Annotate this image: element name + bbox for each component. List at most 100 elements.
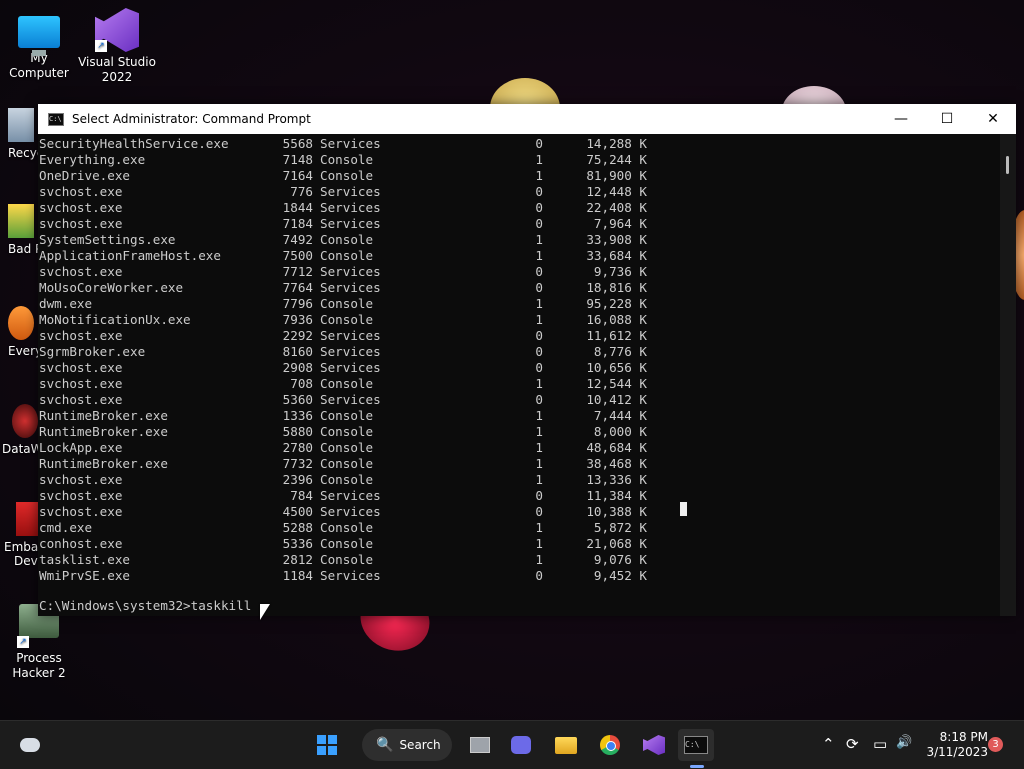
mouse-pointer-icon xyxy=(260,604,270,620)
session-name: Console xyxy=(320,296,374,311)
session-name: Services xyxy=(320,392,381,407)
console-output[interactable]: WmiPrvSE.exe 1184 Services 0 9,452 K tasklist… xyxy=(38,134,1000,616)
chrome-button[interactable] xyxy=(592,729,628,761)
clock-time: 8:18 PM xyxy=(939,730,988,744)
taskbar-search-button[interactable]: 🔍 Search xyxy=(362,729,452,761)
desktop-icon-everything[interactable]: Every xyxy=(8,306,42,358)
process-pid: 5288 xyxy=(282,520,313,535)
process-pid: 4500 xyxy=(282,504,313,519)
session-name: Console xyxy=(320,456,374,471)
session-name: Services xyxy=(320,200,381,215)
process-name: SecurityHealthService.exe xyxy=(39,136,229,151)
command-prompt-taskbar-button[interactable]: C:\ xyxy=(678,729,714,761)
show-hidden-icons-chevron-icon[interactable]: ⌃ xyxy=(822,735,835,753)
desktop-icon-label-line2: 2022 xyxy=(101,70,133,84)
process-name: WmiPrvSE.exe xyxy=(39,568,130,583)
process-pid: 7148 xyxy=(282,152,313,167)
process-pid: 5568 xyxy=(282,136,313,151)
process-name: RuntimeBroker.exe xyxy=(39,408,168,423)
close-button[interactable]: ✕ xyxy=(970,104,1016,134)
process-pid: 7732 xyxy=(282,456,313,471)
process-name: svchost.exe xyxy=(39,504,123,519)
monitor-icon xyxy=(18,16,60,56)
process-pid: 776 xyxy=(290,184,313,199)
window-titlebar[interactable]: C:\ Select Administrator: Command Prompt… xyxy=(38,104,1016,134)
widgets-button[interactable] xyxy=(12,729,48,761)
session-name: Console xyxy=(320,536,374,551)
memory-usage: 8,776 K xyxy=(593,344,647,359)
session-number: 0 xyxy=(535,392,543,407)
session-number: 0 xyxy=(535,488,543,503)
desktop-icon-label: Visual Studio xyxy=(78,55,156,69)
minimize-button[interactable]: — xyxy=(878,104,924,134)
desktop-icon-my-computer[interactable]: My Computer xyxy=(0,10,78,81)
sync-status-icon[interactable]: ⟳ xyxy=(846,735,859,753)
desktop-icon-label: Every xyxy=(8,344,43,358)
session-number: 0 xyxy=(535,328,543,343)
session-name: Console xyxy=(320,232,374,247)
session-number: 1 xyxy=(535,520,543,535)
visual-studio-taskbar-button[interactable] xyxy=(636,729,672,761)
process-pid: 7936 xyxy=(282,312,313,327)
command-prompt-line[interactable]: C:\Windows\system32>taskkill xyxy=(39,598,251,614)
windows-logo-icon xyxy=(317,735,337,755)
process-pid: 1184 xyxy=(282,568,313,583)
session-number: 1 xyxy=(535,248,543,263)
memory-usage: 16,088 K xyxy=(586,312,647,327)
taskbar-clock[interactable]: 8:18 PM 3/11/2023 xyxy=(922,730,988,760)
session-number: 1 xyxy=(535,152,543,167)
desktop-icon-datawarrior[interactable]: DataW xyxy=(2,404,43,456)
process-name: svchost.exe xyxy=(39,184,123,199)
session-name: Console xyxy=(320,312,374,327)
command-prompt-icon: C:\ xyxy=(684,736,708,754)
memory-usage: 33,908 K xyxy=(586,232,647,247)
volume-icon[interactable]: 🔊 xyxy=(896,735,912,750)
search-icon: 🔍 xyxy=(376,737,394,753)
process-name: conhost.exe xyxy=(39,536,123,551)
vertical-scrollbar[interactable] xyxy=(1000,134,1016,616)
process-name: svchost.exe xyxy=(39,472,123,487)
process-name: svchost.exe xyxy=(39,216,123,231)
session-number: 0 xyxy=(535,136,543,151)
scrollbar-thumb[interactable] xyxy=(1006,156,1009,174)
memory-usage: 7,964 K xyxy=(593,216,647,231)
session-name: Console xyxy=(320,152,374,167)
memory-usage: 10,388 K xyxy=(586,504,647,519)
maximize-button[interactable]: ☐ xyxy=(924,104,970,134)
session-number: 0 xyxy=(535,216,543,231)
memory-usage: 22,408 K xyxy=(586,200,647,215)
desktop-icon-visual-studio[interactable]: ↗ Visual Studio 2022 xyxy=(78,8,156,85)
command-prompt-window[interactable]: C:\ Select Administrator: Command Prompt… xyxy=(38,104,1016,616)
process-pid: 1336 xyxy=(282,408,313,423)
text-cursor xyxy=(680,502,687,516)
process-name: OneDrive.exe xyxy=(39,168,130,183)
session-name: Services xyxy=(320,216,381,231)
memory-usage: 81,900 K xyxy=(586,168,647,183)
memory-usage: 9,452 K xyxy=(593,568,647,583)
start-button[interactable] xyxy=(309,729,345,761)
file-explorer-button[interactable] xyxy=(548,729,584,761)
memory-usage: 11,384 K xyxy=(586,488,647,503)
task-view-button[interactable] xyxy=(462,729,498,761)
session-name: Console xyxy=(320,472,374,487)
desktop-icon-label: Process xyxy=(16,651,62,665)
session-number: 1 xyxy=(535,168,543,183)
process-name: svchost.exe xyxy=(39,376,123,391)
memory-usage: 8,000 K xyxy=(593,424,647,439)
notification-badge[interactable]: 3 xyxy=(988,737,1003,752)
process-pid: 7164 xyxy=(282,168,313,183)
clock-date: 3/11/2023 xyxy=(926,745,988,759)
session-number: 1 xyxy=(535,296,543,311)
session-number: 1 xyxy=(535,456,543,471)
teams-chat-button[interactable] xyxy=(503,729,539,761)
display-icon[interactable]: ▭ xyxy=(873,735,887,753)
shortcut-arrow-icon: ↗ xyxy=(95,40,107,52)
session-number: 1 xyxy=(535,536,543,551)
memory-usage: 48,684 K xyxy=(586,440,647,455)
memory-usage: 75,244 K xyxy=(586,152,647,167)
process-pid: 8160 xyxy=(282,344,313,359)
process-pid: 7712 xyxy=(282,264,313,279)
desktop-icon-label: DataW xyxy=(2,442,43,456)
session-name: Console xyxy=(320,424,374,439)
memory-usage: 7,444 K xyxy=(593,408,647,423)
